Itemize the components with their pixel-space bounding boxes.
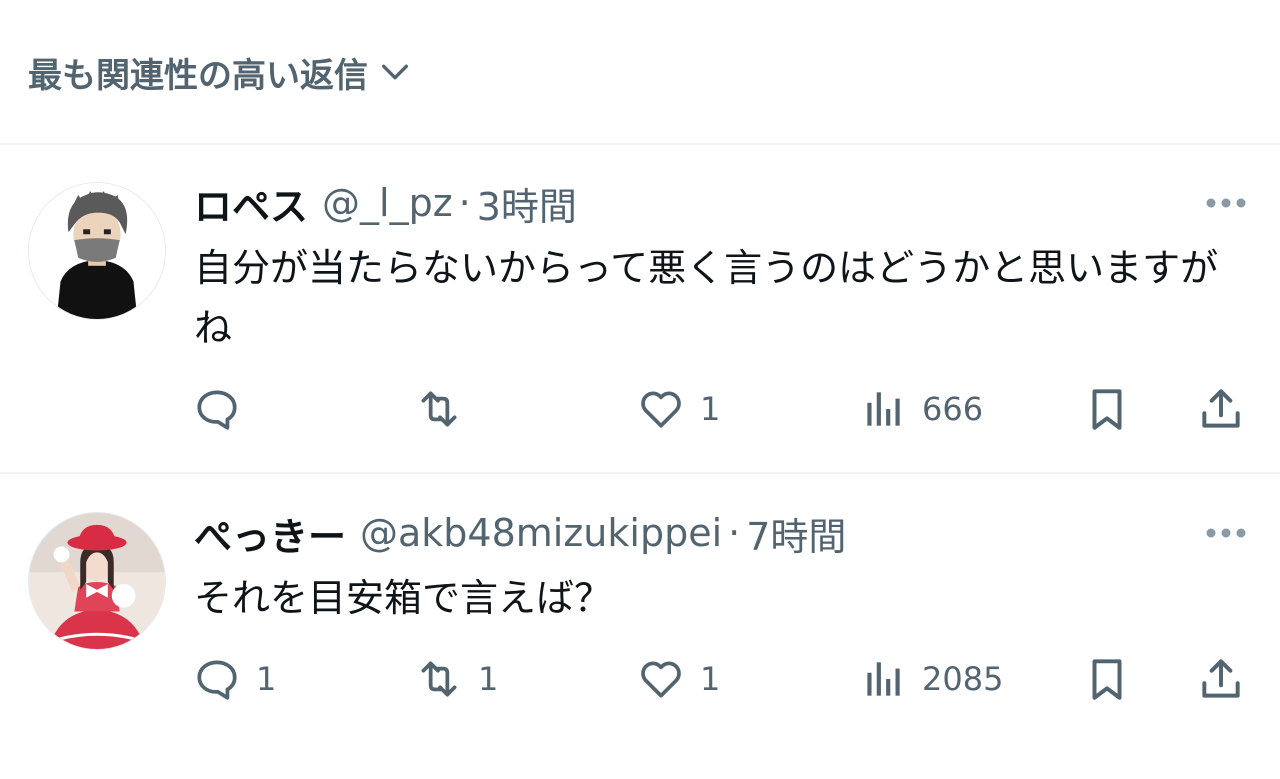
repost-button[interactable]: [414, 384, 478, 434]
display-name[interactable]: ぺっきー: [194, 506, 346, 561]
divider: [0, 143, 1280, 145]
comment-icon: [197, 390, 237, 430]
views-button[interactable]: 2085: [858, 654, 1003, 704]
reply-button[interactable]: [192, 384, 256, 434]
more-icon: [1206, 198, 1246, 208]
bookmark-button[interactable]: [1082, 654, 1132, 704]
avatar[interactable]: [28, 182, 166, 320]
like-button[interactable]: 1: [636, 384, 720, 434]
views-icon: [867, 662, 900, 696]
repost-icon: [421, 391, 457, 427]
reply-text: それを目安箱で言えば？: [194, 576, 613, 620]
reply-header: ぺっきー @akb48mizukippei · 7時間: [194, 506, 846, 561]
repost-button[interactable]: 1: [414, 654, 498, 704]
timestamp[interactable]: 3時間: [477, 176, 577, 231]
bookmark-icon: [1092, 389, 1122, 430]
comment-icon: [197, 660, 237, 700]
views-icon: [867, 392, 900, 426]
heart-icon: [641, 391, 681, 428]
reply-text: 自分が当たらないからって悪く言うのはどうかと思いますがね: [194, 246, 1219, 350]
repost-icon: [421, 661, 457, 697]
more-icon: [1206, 528, 1246, 538]
action-bar: 1 666: [0, 384, 1280, 434]
like-count: 1: [700, 390, 721, 428]
share-icon: [1202, 389, 1240, 428]
more-options-button[interactable]: [1204, 518, 1248, 548]
reply-count: 1: [256, 660, 277, 698]
chevron-down-icon: [381, 64, 409, 80]
reply-sort-label: 最も関連性の高い返信: [28, 55, 368, 96]
action-bar: 1 1 1 2085: [0, 654, 1280, 704]
bookmark-button[interactable]: [1082, 384, 1132, 434]
repost-count: 1: [478, 660, 499, 698]
timestamp[interactable]: 7時間: [746, 506, 846, 561]
share-button[interactable]: [1196, 654, 1246, 704]
like-button[interactable]: 1: [636, 654, 720, 704]
views-count: 2085: [922, 660, 1004, 698]
reply-sort-dropdown[interactable]: 最も関連性の高い返信: [28, 46, 412, 98]
separator-dot: ·: [458, 181, 471, 225]
display-name[interactable]: ロペス: [194, 176, 308, 231]
divider: [0, 472, 1280, 474]
views-count: 666: [922, 390, 984, 428]
more-options-button[interactable]: [1204, 188, 1248, 218]
user-handle[interactable]: @akb48mizukippei: [360, 511, 722, 555]
heart-icon: [641, 661, 681, 698]
views-button[interactable]: 666: [858, 384, 983, 434]
reply-header: ロペス @_l_pz · 3時間: [194, 176, 577, 231]
share-icon: [1202, 659, 1240, 698]
separator-dot: ·: [728, 511, 741, 555]
share-button[interactable]: [1196, 384, 1246, 434]
reply-button[interactable]: 1: [192, 654, 276, 704]
user-handle[interactable]: @_l_pz: [322, 181, 453, 225]
like-count: 1: [700, 660, 721, 698]
avatar[interactable]: [28, 512, 166, 650]
bookmark-icon: [1092, 659, 1122, 700]
